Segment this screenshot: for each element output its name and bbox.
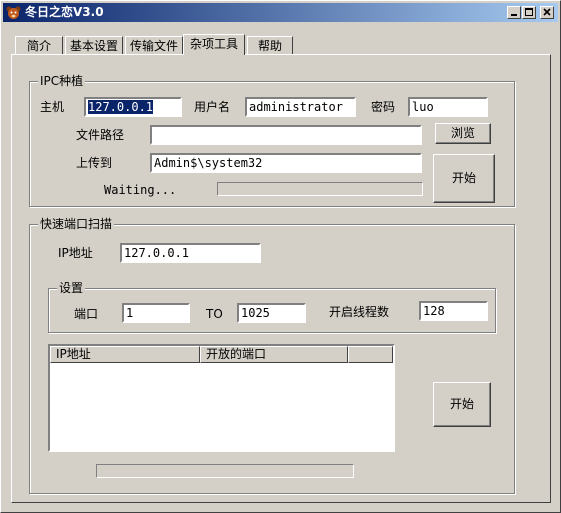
port-to-input[interactable]: 1025: [237, 303, 306, 323]
tab-intro[interactable]: 简介: [15, 36, 63, 54]
bear-face-icon[interactable]: [6, 5, 21, 20]
ip-address-label: IP地址: [58, 246, 93, 260]
main-window: 冬日之恋V3.0 简介 基本设置 传输文件 杂项工具 帮助 IPC种植 主机 1…: [0, 0, 561, 513]
password-label: 密码: [371, 100, 396, 114]
scan-start-button[interactable]: 开始: [433, 382, 491, 427]
ip-address-input[interactable]: 127.0.0.1: [120, 243, 261, 263]
ipc-start-button[interactable]: 开始: [433, 154, 495, 203]
ipc-progress-bar: [217, 182, 423, 196]
tab-panel: IPC种植 主机 127.0.0.1 用户名 administrator 密码 …: [11, 54, 551, 503]
tab-help[interactable]: 帮助: [247, 36, 293, 54]
tab-file-transfer[interactable]: 传输文件: [125, 36, 183, 54]
column-header-open-ports[interactable]: 开放的端口: [200, 346, 348, 363]
file-path-label: 文件路径: [76, 128, 125, 142]
tab-basic-settings[interactable]: 基本设置: [65, 36, 123, 54]
column-header-extra[interactable]: [348, 346, 393, 363]
settings-group: 设置 端口 1 TO 1025 开启线程数 128: [48, 281, 496, 333]
minimize-button[interactable]: [507, 6, 521, 19]
tab-misc-tools[interactable]: 杂项工具: [183, 34, 245, 55]
status-text: Waiting...: [104, 183, 177, 197]
browse-button[interactable]: 浏览: [435, 123, 491, 144]
threads-input[interactable]: 128: [419, 301, 488, 321]
file-path-input[interactable]: [150, 125, 422, 145]
upload-to-label: 上传到: [76, 156, 113, 170]
password-input[interactable]: luo: [408, 97, 488, 117]
port-scan-group: 快速端口扫描 IP地址 127.0.0.1 设置 端口 1 TO 1025 开启…: [29, 217, 515, 494]
maximize-button[interactable]: [522, 6, 536, 19]
port-from-input[interactable]: 1: [122, 303, 190, 323]
port-label: 端口: [74, 307, 99, 321]
title-bar[interactable]: 冬日之恋V3.0: [3, 3, 558, 22]
host-label: 主机: [40, 100, 65, 114]
scan-results-list[interactable]: IP地址 开放的端口: [48, 344, 395, 452]
host-input[interactable]: 127.0.0.1: [84, 97, 182, 117]
username-input[interactable]: administrator: [245, 97, 356, 117]
port-scan-group-title: 快速端口扫描: [38, 217, 115, 231]
scan-progress-bar: [96, 464, 354, 478]
threads-label: 开启线程数: [329, 305, 390, 319]
ipc-group-title: IPC种植: [38, 74, 86, 88]
close-button[interactable]: [540, 6, 554, 19]
minimize-icon: [511, 14, 517, 16]
close-icon: [543, 8, 551, 16]
settings-group-title: 设置: [57, 281, 86, 295]
column-header-ip[interactable]: IP地址: [50, 346, 200, 363]
ipc-group: IPC种植 主机 127.0.0.1 用户名 administrator 密码 …: [29, 74, 515, 207]
username-label: 用户名: [194, 100, 231, 114]
maximize-icon: [525, 8, 533, 16]
upload-to-input[interactable]: Admin$\system32: [150, 153, 422, 173]
to-label: TO: [206, 307, 223, 321]
window-title: 冬日之恋V3.0: [25, 5, 104, 19]
